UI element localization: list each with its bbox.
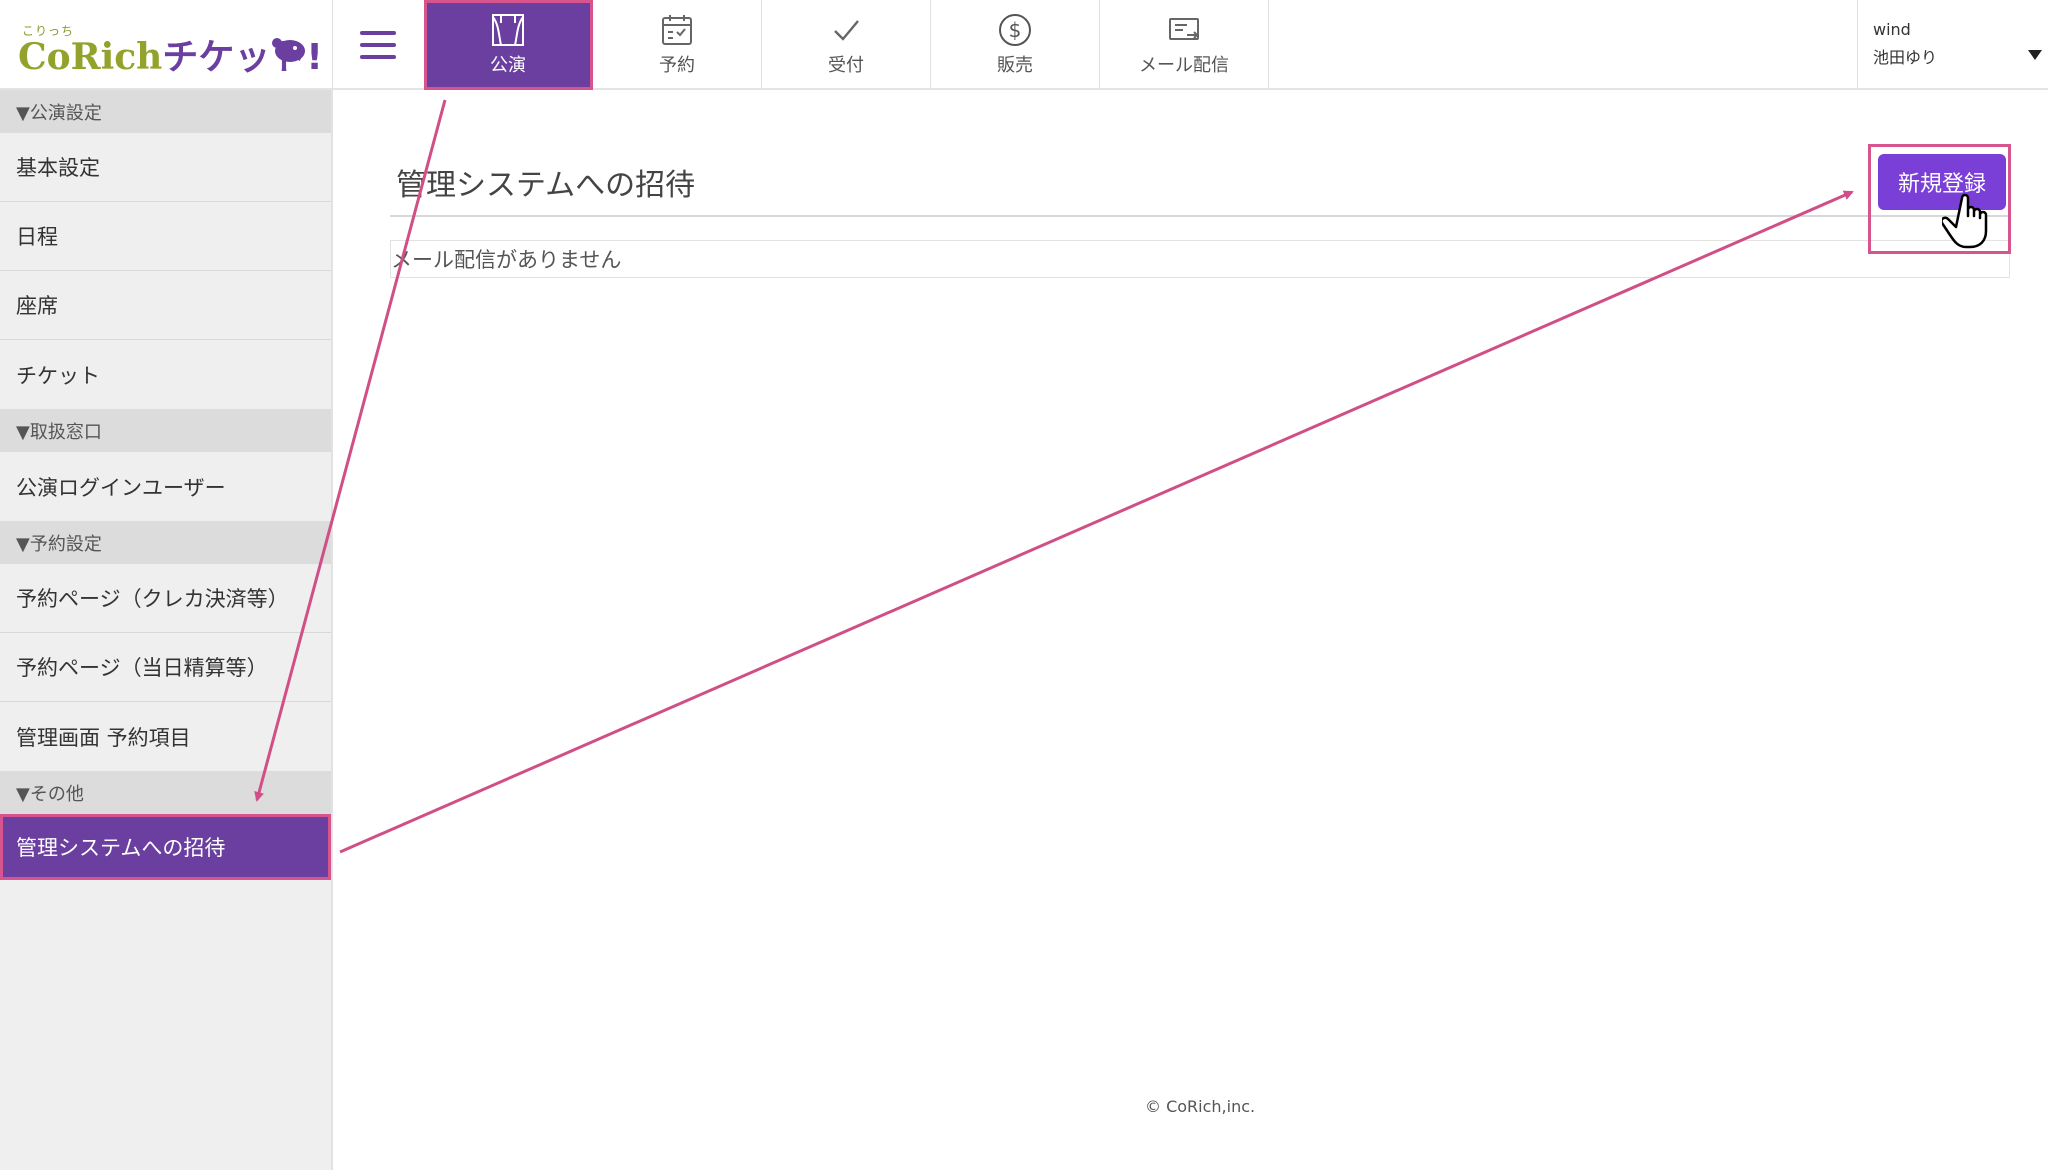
sidebar: ▼公演設定 基本設定 日程 座席 チケット ▼取扱窓口 公演ログインユーザー ▼… <box>0 90 333 1170</box>
calendar-check-icon <box>662 15 692 45</box>
tab-label: 予約 <box>659 55 695 76</box>
sidebar-item-seats[interactable]: 座席 <box>0 271 331 340</box>
tab-label: メール配信 <box>1139 55 1229 76</box>
sidebar-item-schedule[interactable]: 日程 <box>0 202 331 271</box>
tab-label: 販売 <box>997 55 1033 76</box>
sidebar-section-reservation-settings: ▼予約設定 <box>0 521 331 564</box>
svg-text:$: $ <box>1009 18 1022 42</box>
empty-state-message: メール配信がありません <box>390 240 2010 278</box>
user-name: 池田ゆり <box>1873 48 1938 67</box>
footer-copyright: © CoRich,inc. <box>1145 1097 1256 1116</box>
tab-label: 公演 <box>490 55 526 76</box>
logo-corich: CoRich <box>18 36 163 78</box>
logo[interactable]: こりっち CoRichチケット! <box>0 0 333 90</box>
user-menu[interactable]: wind 池田ゆり <box>1857 0 2048 90</box>
arrow-sidebar-to-button <box>339 190 1854 854</box>
hamburger-icon <box>360 31 396 59</box>
sidebar-item-admin-invitation[interactable]: 管理システムへの招待 <box>0 814 331 880</box>
hamburger-menu-button[interactable] <box>333 0 423 90</box>
tab-reservation[interactable]: 予約 <box>593 0 762 90</box>
tab-reception[interactable]: 受付 <box>762 0 931 90</box>
sidebar-section-performance-settings: ▼公演設定 <box>0 90 331 133</box>
title-divider <box>390 215 2010 217</box>
user-org: wind <box>1873 20 1911 39</box>
checkmark-icon <box>834 20 859 41</box>
hand-pointer-cursor-icon <box>1942 193 1988 249</box>
mail-send-icon <box>1169 18 1200 40</box>
sidebar-item-reservation-page-card[interactable]: 予約ページ（クレカ決済等） <box>0 564 331 633</box>
logo-mascot-icon <box>272 38 305 62</box>
page: こりっち CoRichチケット! 公演 予約 受付 $ 販売 メール配信 win… <box>0 0 2048 1170</box>
tab-sales[interactable]: $ 販売 <box>931 0 1100 90</box>
sidebar-item-admin-reservation-fields[interactable]: 管理画面 予約項目 <box>0 702 331 771</box>
sidebar-item-basic-settings[interactable]: 基本設定 <box>0 133 331 202</box>
tab-label: 受付 <box>828 55 864 76</box>
sidebar-item-performance-login-users[interactable]: 公演ログインユーザー <box>0 452 331 521</box>
curtain-stage-icon <box>492 14 524 46</box>
sidebar-section-other: ▼その他 <box>0 771 331 814</box>
page-title: 管理システムへの招待 <box>396 168 696 203</box>
tab-performance[interactable]: 公演 <box>424 0 593 90</box>
dollar-circle-icon: $ <box>999 14 1031 46</box>
caret-down-icon[interactable] <box>2028 50 2042 60</box>
tab-mail-delivery[interactable]: メール配信 <box>1100 0 1269 90</box>
sidebar-item-reservation-page-onsite[interactable]: 予約ページ（当日精算等） <box>0 633 331 702</box>
top-header: こりっち CoRichチケット! 公演 予約 受付 $ 販売 メール配信 win… <box>0 0 2048 90</box>
sidebar-section-sales-channels: ▼取扱窓口 <box>0 409 331 452</box>
sidebar-item-tickets[interactable]: チケット <box>0 340 331 409</box>
